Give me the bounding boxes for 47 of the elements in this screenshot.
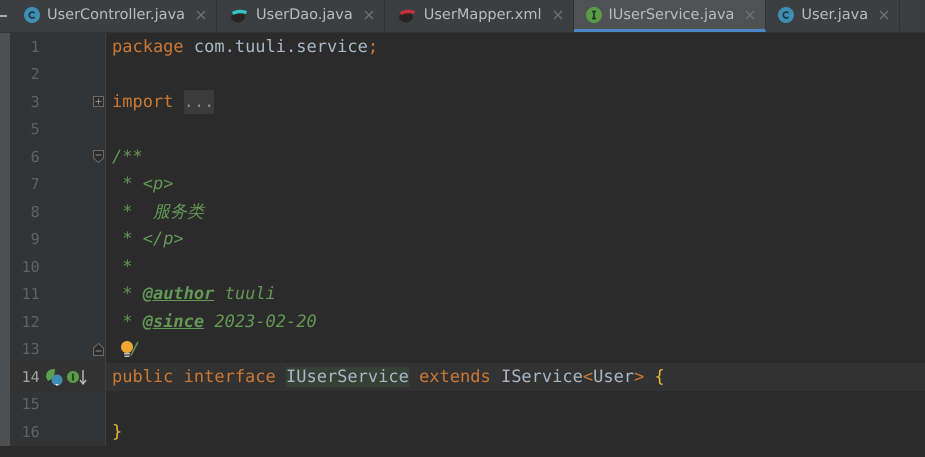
editor-tab[interactable]: UserDao.java: [217, 0, 385, 32]
interface-icon: [586, 6, 602, 22]
close-icon[interactable]: [879, 10, 890, 20]
class-icon: [778, 6, 794, 22]
code-keyword: package: [112, 36, 185, 57]
code-identifier: User: [593, 366, 634, 387]
doc-comment: </p>: [142, 229, 184, 250]
editor-tab[interactable]: IUserService.java: [574, 0, 766, 32]
doc-comment: 2023-02-20: [213, 312, 317, 332]
doc-comment: /: [130, 339, 140, 360]
code-keyword: import: [112, 92, 174, 112]
close-icon[interactable]: [196, 10, 206, 20]
doc-comment: tuuli: [224, 284, 276, 304]
doc-comment: * 服务类: [121, 201, 204, 224]
code-keyword: extends: [418, 366, 492, 387]
fold-expand-icon[interactable]: [93, 96, 104, 108]
doc-comment: *: [121, 256, 132, 277]
code-keyword: public interface: [112, 366, 277, 387]
doc-comment: <p>: [142, 174, 174, 194]
code-brace: }: [112, 422, 122, 442]
code-identifier: IService: [500, 366, 583, 387]
code-brace: {: [654, 366, 665, 387]
doc-tag: @author: [142, 284, 214, 304]
doc-tag: @since: [142, 312, 204, 332]
doc-comment: *: [121, 229, 134, 250]
fold-end-icon[interactable]: [93, 342, 104, 356]
editor-tab[interactable]: UserMapper.xml: [384, 0, 574, 32]
close-icon[interactable]: [552, 10, 563, 20]
folded-code: ...: [184, 90, 214, 114]
doc-comment: *: [121, 174, 134, 194]
editor-tab[interactable]: User.java: [766, 0, 900, 32]
code-identifier: com.tuuli.service: [194, 36, 368, 57]
code-identifier: IUserService: [286, 366, 409, 387]
bird-icon: [396, 6, 417, 22]
close-icon[interactable]: [745, 10, 756, 20]
code-keyword: ;: [368, 36, 378, 57]
doc-comment: /**: [112, 146, 143, 167]
fold-start-icon[interactable]: [93, 150, 104, 164]
line-number: 14: [20, 368, 40, 386]
code-keyword: <: [582, 366, 594, 387]
class-icon: [24, 6, 40, 22]
editor-tab[interactable]: UserController.java: [12, 0, 218, 32]
doc-comment: *: [121, 284, 134, 304]
bird-icon: [229, 6, 250, 22]
close-icon[interactable]: [364, 10, 374, 20]
code-keyword: >: [634, 366, 646, 387]
doc-comment: *: [121, 312, 134, 332]
